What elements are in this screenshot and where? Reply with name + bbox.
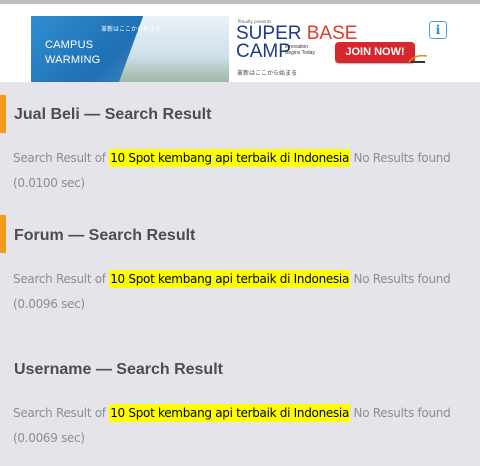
- ad-base-label: BASE: [306, 23, 358, 44]
- section-title: Username — Search Result: [14, 361, 223, 378]
- join-now-button[interactable]: JOIN NOW!: [335, 42, 415, 63]
- ad-super-base-camp-panel[interactable]: Proudly presents SUPER BASE CAMP Innovat…: [229, 16, 448, 82]
- ad-campus-label: CAMPUS: [45, 39, 94, 51]
- section-accent-bar: [0, 95, 6, 133]
- search-query-highlight: 10 Spot kembang api terbaik di Indonesia: [109, 149, 351, 167]
- ad-warming-label: WARMING: [45, 54, 101, 66]
- ad-banner-area: 革新はここから始まる CAMPUS WARMING Proudly presen…: [0, 4, 480, 82]
- ad-banner[interactable]: 革新はここから始まる CAMPUS WARMING Proudly presen…: [31, 16, 448, 82]
- sponsor-logo-icon: [408, 54, 428, 63]
- ad-camp-label: CAMP: [236, 41, 291, 62]
- search-result-text: Search Result of 10 Spot kembang api ter…: [13, 267, 463, 317]
- section-accent-bar: [0, 215, 6, 253]
- ad-left-japanese-text: 革新はここから始まる: [101, 26, 162, 33]
- ad-campus-warming-panel[interactable]: 革新はここから始まる CAMPUS WARMING: [31, 16, 229, 82]
- section-title: Jual Beli — Search Result: [14, 106, 212, 123]
- search-result-text: Search Result of 10 Spot kembang api ter…: [13, 146, 463, 196]
- ad-info-icon[interactable]: i: [429, 21, 447, 39]
- result-prefix: Search Result of: [13, 406, 106, 420]
- result-prefix: Search Result of: [13, 151, 106, 165]
- ad-right-japanese-text: 革新はここから始まる: [237, 70, 298, 77]
- search-query-highlight: 10 Spot kembang api terbaik di Indonesia: [109, 270, 351, 288]
- search-result-text: Search Result of 10 Spot kembang api ter…: [13, 401, 463, 451]
- ad-tagline: Innovation Begins Today: [285, 44, 315, 56]
- result-prefix: Search Result of: [13, 272, 106, 286]
- search-query-highlight: 10 Spot kembang api terbaik di Indonesia: [109, 404, 351, 422]
- section-title: Forum — Search Result: [14, 227, 196, 244]
- ad-campus-warming-title: CAMPUS WARMING: [45, 38, 100, 68]
